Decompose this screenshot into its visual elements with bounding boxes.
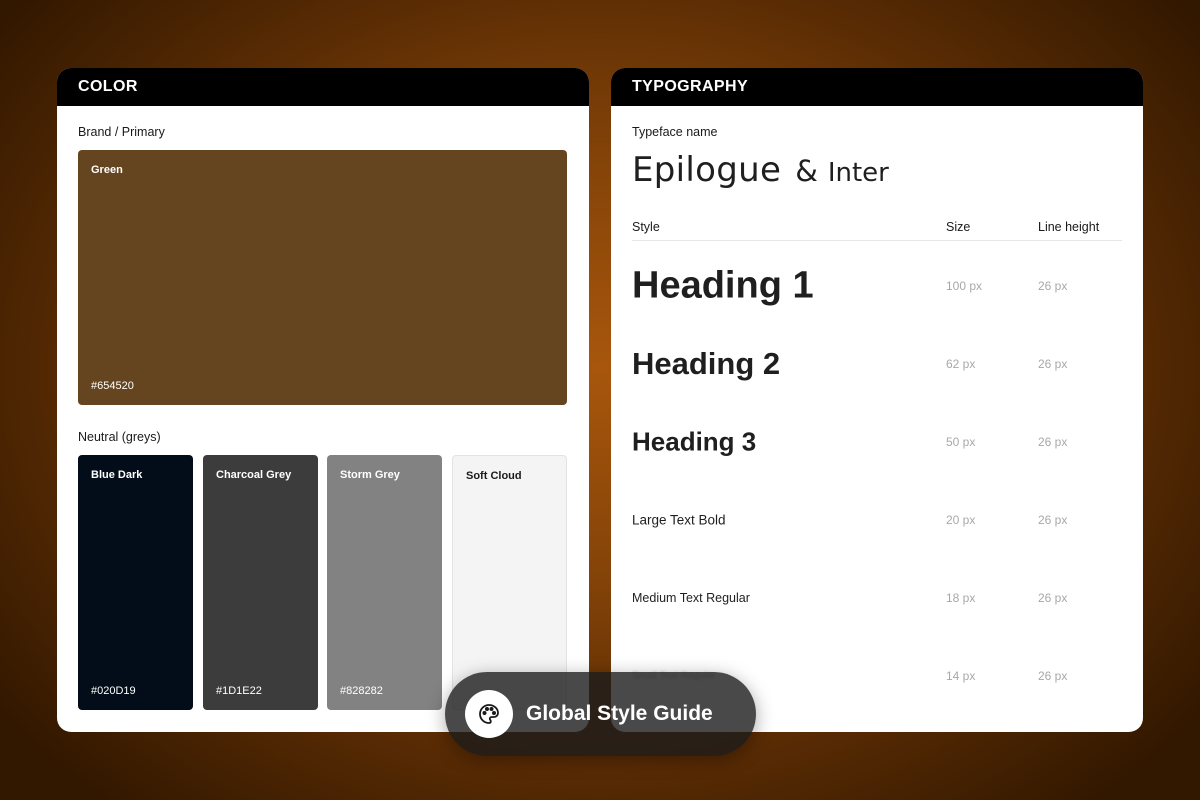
swatch-hex: #1D1E22 xyxy=(216,685,262,697)
pill-label: Global Style Guide xyxy=(526,702,713,725)
typeface-label: Typeface name xyxy=(632,125,718,139)
table-divider xyxy=(632,240,1122,241)
swatch-name: Green xyxy=(91,164,123,176)
brand-primary-label: Brand / Primary xyxy=(78,125,165,139)
size-value: 100 px xyxy=(946,279,983,293)
size-value: 14 px xyxy=(946,669,976,683)
column-header-line-height: Line height xyxy=(1038,220,1100,234)
type-row-large-text-bold: Large Text Bold 20 px 26 px xyxy=(611,481,1143,559)
swatch-hex: #020D19 xyxy=(91,685,136,697)
typeface-names: Epilogue & Inter xyxy=(632,150,889,190)
line-height-value: 26 px xyxy=(1038,513,1068,527)
typography-panel-title: TYPOGRAPHY xyxy=(611,68,1143,106)
neutral-label: Neutral (greys) xyxy=(78,430,161,444)
swatch-storm-grey[interactable]: Storm Grey #828282 xyxy=(327,455,442,710)
global-style-guide-pill[interactable]: Global Style Guide xyxy=(445,672,756,756)
color-panel-title: COLOR xyxy=(57,68,589,106)
style-name: Heading 2 xyxy=(632,346,781,381)
line-height-value: 26 px xyxy=(1038,279,1068,293)
swatch-name: Soft Cloud xyxy=(466,470,522,482)
column-header-style: Style xyxy=(632,220,660,234)
swatch-blue-dark[interactable]: Blue Dark #020D19 xyxy=(78,455,193,710)
line-height-value: 26 px xyxy=(1038,357,1068,371)
type-row-medium-text-regular: Medium Text Regular 18 px 26 px xyxy=(611,559,1143,637)
brand-swatch-green[interactable]: Green #654520 xyxy=(78,150,567,405)
swatch-hex: #828282 xyxy=(340,685,383,697)
style-name: Large Text Bold xyxy=(632,512,726,528)
swatch-name: Storm Grey xyxy=(340,469,400,481)
type-row-heading-3: Heading 3 50 px 26 px xyxy=(611,403,1143,481)
style-name: Heading 1 xyxy=(632,264,814,307)
type-row-heading-1: Heading 1 100 px 26 px xyxy=(611,247,1143,325)
line-height-value: 26 px xyxy=(1038,435,1068,449)
column-header-size: Size xyxy=(946,220,971,234)
size-value: 20 px xyxy=(946,513,976,527)
swatch-name: Blue Dark xyxy=(91,469,143,481)
style-name: Medium Text Regular xyxy=(632,591,750,605)
color-panel: COLOR Brand / Primary Green #654520 Neut… xyxy=(57,68,589,732)
size-value: 18 px xyxy=(946,591,976,605)
line-height-value: 26 px xyxy=(1038,669,1068,683)
type-row-heading-2: Heading 2 62 px 26 px xyxy=(611,325,1143,403)
typeface-ampersand: & xyxy=(795,154,818,188)
typeface-secondary: Inter xyxy=(827,158,889,188)
swatch-hex: #654520 xyxy=(91,380,134,392)
palette-icon xyxy=(465,690,513,738)
size-value: 50 px xyxy=(946,435,976,449)
swatch-name: Charcoal Grey xyxy=(216,469,292,481)
line-height-value: 26 px xyxy=(1038,591,1068,605)
swatch-charcoal-grey[interactable]: Charcoal Grey #1D1E22 xyxy=(203,455,318,710)
style-name: Heading 3 xyxy=(632,426,757,457)
typography-panel: TYPOGRAPHY Typeface name Epilogue & Inter … xyxy=(611,68,1143,732)
typeface-primary: Epilogue xyxy=(632,150,782,190)
size-value: 62 px xyxy=(946,357,976,371)
